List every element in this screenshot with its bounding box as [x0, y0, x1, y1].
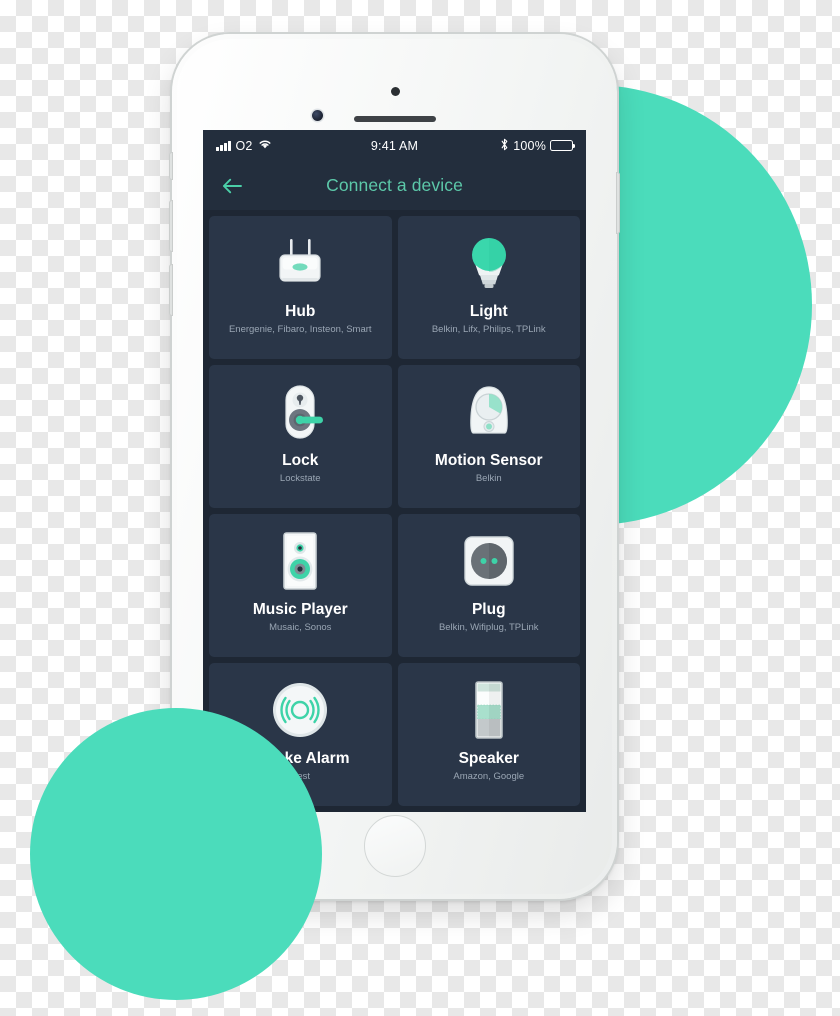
hub-router-icon [268, 230, 332, 296]
bluetooth-icon [500, 138, 509, 154]
device-card-lock[interactable]: Lock Lockstate [209, 365, 392, 508]
device-subtitle: Amazon, Google [453, 772, 525, 783]
device-subtitle: Energenie, Fibaro, Insteon, Smart [228, 325, 372, 336]
proximity-sensor [391, 87, 400, 96]
arrow-left-icon [222, 178, 242, 193]
device-card-hub[interactable]: Hub Energenie, Fibaro, Insteon, Smart [209, 216, 392, 359]
decorative-teal-circle-left [30, 708, 322, 1000]
phone-screen: O2 9:41 AM 100% Connect a device Hub Ene… [203, 130, 586, 812]
page-title: Connect a device [326, 175, 463, 195]
status-bar: O2 9:41 AM 100% [203, 130, 586, 161]
device-title: Speaker [458, 750, 519, 767]
device-title: Music Player [252, 601, 348, 618]
device-title: Motion Sensor [434, 452, 543, 469]
screenshot-canvas: O2 9:41 AM 100% Connect a device Hub Ene… [0, 0, 840, 1016]
device-title: Light [469, 303, 508, 320]
carrier-label: O2 [235, 138, 253, 153]
device-subtitle: Musaic, Sonos [269, 623, 332, 634]
device-card-music-player[interactable]: Music Player Musaic, Sonos [209, 514, 392, 657]
earpiece-speaker [353, 116, 436, 122]
status-bar-time: 9:41 AM [370, 138, 419, 153]
battery-percent-label: 100% [513, 138, 547, 153]
device-subtitle: Belkin, Lifx, Philips, TPLink [431, 325, 546, 336]
smoke-alarm-icon [269, 677, 331, 743]
power-button[interactable] [616, 172, 620, 234]
device-title: Plug [471, 601, 506, 618]
device-title: Lock [282, 452, 319, 469]
device-subtitle: Belkin [475, 474, 502, 485]
power-plug-socket-icon [460, 528, 518, 594]
device-grid: Hub Energenie, Fibaro, Insteon, Smart Li… [203, 210, 586, 812]
home-button[interactable] [363, 815, 426, 877]
wifi-icon [258, 139, 272, 153]
light-bulb-icon [462, 230, 516, 296]
status-bar-right: 100% [418, 138, 576, 154]
device-card-motion-sensor[interactable]: Motion Sensor Belkin [397, 365, 580, 508]
status-bar-left: O2 [216, 139, 371, 153]
music-player-icon [275, 528, 325, 594]
device-card-speaker[interactable]: Speaker Amazon, Google [397, 663, 580, 806]
motion-sensor-icon [460, 379, 518, 445]
volume-up-button[interactable] [169, 200, 173, 252]
front-camera [312, 110, 323, 121]
silent-switch[interactable] [169, 152, 173, 180]
navigation-bar: Connect a device [203, 161, 586, 210]
speaker-icon [467, 677, 511, 743]
device-title: Hub [285, 303, 316, 320]
device-subtitle: Belkin, Wifiplug, TPLink [438, 623, 539, 634]
battery-full-icon [550, 140, 576, 151]
back-button[interactable] [217, 171, 247, 201]
device-subtitle: Lockstate [279, 474, 321, 485]
volume-down-button[interactable] [169, 264, 173, 316]
device-card-plug[interactable]: Plug Belkin, Wifiplug, TPLink [397, 514, 580, 657]
device-card-light[interactable]: Light Belkin, Lifx, Philips, TPLink [397, 216, 580, 359]
door-lock-icon [269, 379, 331, 445]
signal-bars-icon [216, 140, 231, 151]
